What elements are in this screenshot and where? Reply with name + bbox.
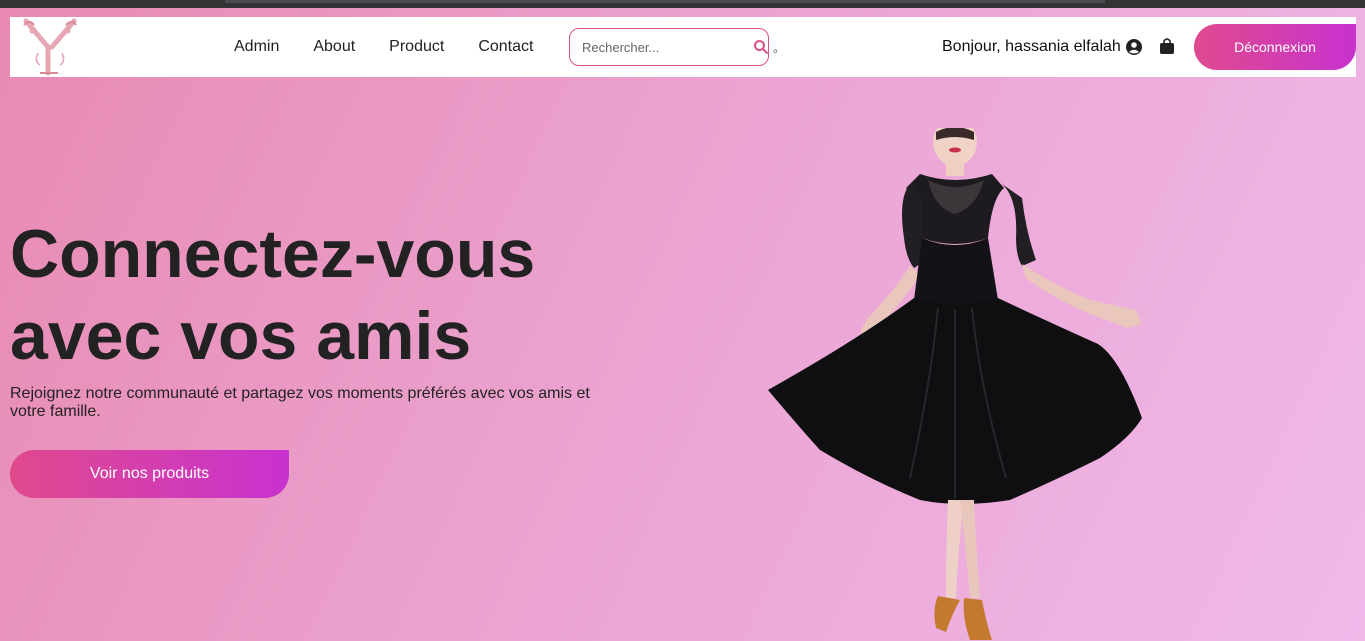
nav-link-product[interactable]: Product bbox=[389, 38, 444, 56]
logout-button[interactable]: Déconnexion bbox=[1194, 24, 1356, 70]
hero-dress-image bbox=[768, 128, 1142, 640]
user-greeting: Bonjour, hassania elfalah bbox=[942, 17, 1142, 77]
page: Admin About Product Contact 。 Bonjour, h… bbox=[0, 8, 1365, 641]
browser-top-strip bbox=[0, 0, 1365, 8]
search-icon[interactable] bbox=[753, 39, 769, 55]
hero-title: Connectez-vous avec vos amis bbox=[10, 216, 536, 374]
y-monogram-logo[interactable] bbox=[20, 17, 80, 77]
user-circle-icon[interactable] bbox=[1125, 39, 1142, 55]
search-separator: 。 bbox=[773, 41, 786, 55]
greeting-text: Bonjour, hassania elfalah bbox=[942, 38, 1121, 55]
nav-link-admin[interactable]: Admin bbox=[234, 38, 279, 56]
shopping-bag-icon[interactable] bbox=[1159, 37, 1175, 55]
search-box bbox=[569, 28, 769, 66]
navbar: Admin About Product Contact 。 Bonjour, h… bbox=[10, 17, 1356, 77]
nav-link-about[interactable]: About bbox=[313, 38, 355, 56]
browser-top-bar bbox=[225, 0, 1105, 3]
search-input[interactable] bbox=[582, 29, 742, 65]
view-products-button[interactable]: Voir nos produits bbox=[10, 450, 289, 498]
hero-subtitle: Rejoignez notre communauté et partagez v… bbox=[10, 385, 590, 420]
nav-link-contact[interactable]: Contact bbox=[478, 38, 533, 56]
nav-links: Admin About Product Contact bbox=[234, 17, 533, 77]
